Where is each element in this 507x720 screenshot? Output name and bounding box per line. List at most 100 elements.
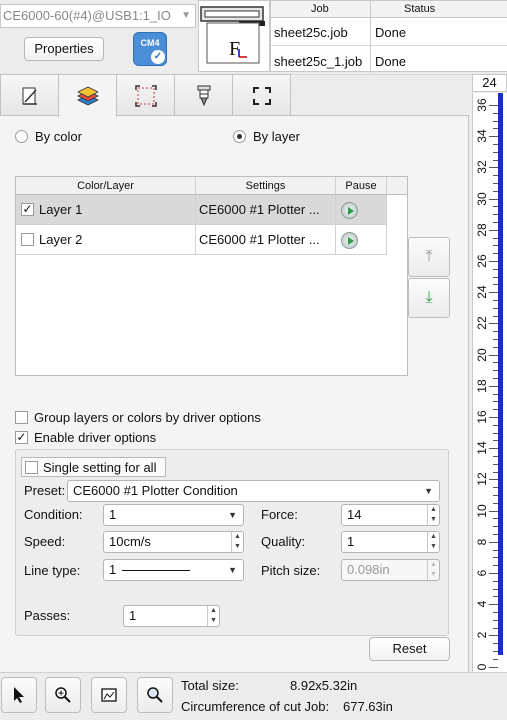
ruler-tick (493, 183, 498, 184)
move-down-button[interactable]: ⤓ (408, 278, 450, 318)
ruler-tick (493, 378, 498, 379)
checkmark-icon: ✓ (151, 50, 165, 64)
ruler-label: 20 (475, 347, 489, 362)
job-status: Done (375, 25, 407, 40)
ruler-tick (493, 409, 498, 411)
column-header-pause: Pause (336, 177, 387, 195)
job-row[interactable]: sheet25c.job Done (271, 18, 507, 46)
pointer-icon (14, 687, 24, 703)
zoom-in-button[interactable] (45, 677, 81, 713)
ruler-label: 6 (475, 569, 489, 577)
preset-value: CE6000 #1 Plotter Condition (73, 483, 238, 498)
preset-select[interactable]: CE6000 #1 Plotter Condition ▼ (67, 480, 440, 502)
play-icon[interactable] (341, 202, 358, 219)
ruler-tick (493, 175, 498, 177)
device-select[interactable]: CE6000-60(#4)@USB1:1_IO ▼ (0, 4, 196, 28)
passes-stepper[interactable]: ▲ ▼ (207, 606, 219, 626)
zoom-search-button[interactable] (137, 677, 173, 713)
ruler-tick (489, 167, 498, 169)
force-value: 14 (347, 507, 362, 522)
by-layer-radio[interactable] (233, 130, 246, 143)
ruler-tick (493, 651, 498, 652)
ruler-tick (493, 370, 498, 372)
ruler-tick (493, 518, 498, 520)
ruler-corner: 24 (472, 74, 507, 92)
plotter-icon: F (200, 6, 265, 64)
play-icon[interactable] (341, 232, 358, 249)
ruler-tick (493, 315, 498, 317)
quality-value: 1 (347, 534, 355, 549)
force-stepper[interactable]: ▲ ▼ (427, 505, 439, 525)
ruler-tick (493, 557, 498, 559)
ruler-tick (493, 222, 498, 223)
arrow-down-icon: ⤓ (425, 289, 433, 306)
chevron-down-icon: ▼ (228, 510, 237, 520)
ruler-label: 22 (475, 316, 489, 331)
ruler-tick (493, 300, 498, 301)
layer-checkbox[interactable]: ✓ (21, 203, 34, 216)
ruler-label: 16 (475, 410, 489, 424)
ruler-label: 14 (475, 441, 489, 455)
by-color-radio[interactable] (15, 130, 28, 143)
ruler-tick (493, 245, 498, 247)
ruler-tick (493, 276, 498, 278)
tab-layers[interactable] (58, 74, 117, 117)
pointer-tool-button[interactable] (1, 677, 37, 713)
ruler-tick (489, 354, 498, 356)
single-setting-checkbox[interactable] (25, 461, 38, 474)
layer-checkbox[interactable] (21, 233, 34, 246)
line-type-select[interactable]: 1 ▼ (103, 559, 244, 581)
ruler-tick (493, 284, 498, 286)
pitch-size-label: Pitch size: (261, 563, 321, 578)
ruler-label: 10 (475, 503, 489, 518)
passes-input[interactable]: 1 ▲ ▼ (123, 605, 220, 627)
tab-plotter-settings[interactable] (0, 74, 59, 116)
table-row[interactable]: ✓ Layer 1 CE6000 #1 Plotter ... (16, 195, 387, 225)
enable-driver-label: Enable driver options (34, 430, 157, 445)
layer-settings[interactable]: CE6000 #1 Plotter ... (196, 195, 336, 225)
speed-input[interactable]: 10cm/s ▲ ▼ (103, 531, 244, 553)
ruler-tick (493, 440, 498, 442)
tab-cutting-tool[interactable] (174, 74, 233, 116)
tab-fullscreen[interactable] (232, 74, 291, 116)
pitch-size-stepper: ▲ ▼ (427, 560, 439, 580)
ruler-tick (493, 612, 498, 613)
ruler-tick (493, 253, 498, 255)
quality-stepper[interactable]: ▲ ▼ (427, 532, 439, 552)
pitch-size-value: 0.098in (347, 562, 390, 577)
table-row[interactable]: Layer 2 CE6000 #1 Plotter ... (16, 225, 387, 255)
group-layers-label: Group layers or colors by driver options (34, 410, 261, 425)
move-up-button[interactable]: ⤒ (408, 237, 450, 277)
passes-label: Passes: (24, 608, 71, 623)
cm4-button[interactable]: CM4 ✓ (133, 32, 167, 66)
group-layers-checkbox[interactable] (15, 411, 28, 424)
speed-stepper[interactable]: ▲ ▼ (231, 532, 243, 552)
by-layer-label: By layer (253, 129, 300, 144)
layer-settings[interactable]: CE6000 #1 Plotter ... (196, 225, 336, 255)
reset-button[interactable]: Reset (369, 637, 450, 661)
force-input[interactable]: 14 ▲ ▼ (341, 504, 440, 526)
ruler-tick (489, 635, 498, 637)
ruler-tick (489, 448, 498, 450)
single-setting-toggle[interactable]: Single setting for all (21, 457, 166, 477)
ruler-tick (489, 385, 498, 387)
ruler-tick (489, 417, 498, 418)
chevron-down-icon: ▼ (181, 10, 191, 21)
ruler-tick (493, 237, 498, 239)
ruler-label: 36 (475, 98, 489, 112)
enable-driver-checkbox[interactable]: ✓ (15, 431, 28, 444)
ruler-tick (489, 136, 498, 138)
properties-button[interactable]: Properties (24, 37, 104, 61)
ruler-label: 32 (475, 160, 489, 175)
ruler-tick (493, 159, 498, 161)
column-header-status: Status (404, 3, 436, 15)
tab-registration-marks[interactable] (116, 74, 175, 116)
quality-input[interactable]: 1 ▲ ▼ (341, 531, 440, 553)
ruler-tick (489, 604, 498, 606)
ruler-tick (493, 128, 498, 130)
ruler-tick (489, 105, 498, 106)
job-row[interactable]: sheet25c_1.job Done (271, 47, 507, 75)
condition-select[interactable]: 1 ▼ (103, 504, 244, 526)
media-edge-bar (498, 93, 503, 655)
zoom-fit-button[interactable] (91, 677, 127, 713)
